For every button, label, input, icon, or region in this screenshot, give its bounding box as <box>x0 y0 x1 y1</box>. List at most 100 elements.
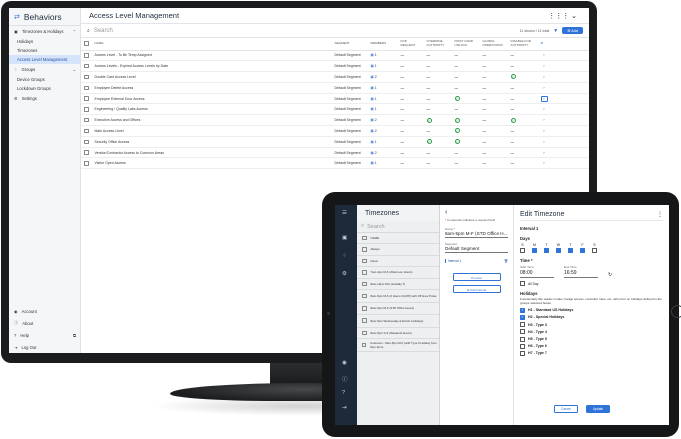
chevron-right-icon[interactable]: › <box>541 107 548 111</box>
table-row[interactable]: Access Level - To Be Temp Assigned Defaul… <box>81 50 589 62</box>
row-members[interactable]: ▦ 1 <box>367 50 398 62</box>
start-time-field[interactable]: 08:00 <box>520 269 554 278</box>
table-row[interactable]: Security Office Access Default Segment ▦ 1… <box>81 136 589 148</box>
account-icon[interactable]: ◉ <box>342 360 347 366</box>
row-members[interactable]: ▦ 1 <box>367 93 398 105</box>
timezone-search[interactable]: ⌕ Search <box>357 221 439 233</box>
row-members[interactable]: ▦ 2 <box>367 147 398 159</box>
table-row[interactable]: Main Access Level Default Segment ▦ 2— — ✓ — —… <box>81 125 589 137</box>
row-checkbox[interactable] <box>84 139 89 145</box>
end-time-field[interactable]: 16:59 <box>564 269 598 278</box>
row-checkbox[interactable] <box>362 247 367 252</box>
day-checkbox[interactable] <box>520 248 525 253</box>
all-day-toggle[interactable]: All Day <box>520 281 663 286</box>
row-checkbox[interactable] <box>84 74 89 80</box>
select-all-checkbox[interactable] <box>362 235 367 241</box>
table-row[interactable]: Visitor Open Access Default Segment ▦ 1— — —… <box>81 157 589 170</box>
chevron-right-icon[interactable]: › <box>541 86 548 90</box>
all-day-checkbox[interactable] <box>520 281 525 286</box>
sidebar-item-settings[interactable]: ⚙ Settings <box>9 93 80 104</box>
refresh-icon[interactable]: ↻ <box>608 272 612 278</box>
sidebar-item-access-level-management[interactable]: Access Level Management <box>9 55 80 64</box>
column-header-override-authority[interactable]: OVERRIDE AUTHORITY <box>423 38 452 51</box>
holiday-option[interactable]: ✓ H1 - Standard US Holidays <box>520 307 663 313</box>
cancel-button[interactable]: Cancel <box>554 405 578 413</box>
sidebar-item-lockdown-groups[interactable]: Lockdown Groups <box>9 84 80 93</box>
sidebar-item-account[interactable]: ◉ Account <box>9 305 80 317</box>
chevron-right-icon[interactable]: › <box>541 129 548 133</box>
row-members[interactable]: ▦ 1 <box>367 60 398 73</box>
row-checkbox[interactable] <box>362 293 367 299</box>
holiday-checkbox[interactable]: ✓ <box>520 314 525 320</box>
row-checkbox[interactable] <box>362 306 367 311</box>
table-row[interactable]: Engineering / Quality Labs Access Default… <box>81 103 589 116</box>
row-checkbox[interactable] <box>84 117 89 123</box>
list-item[interactable]: 8am-12pm M-F (Holiday T) <box>357 279 439 290</box>
list-item[interactable]: 8am-5pm Wednesday (Hold AL Holidays) <box>357 315 439 328</box>
holiday-checkbox[interactable] <box>520 350 525 356</box>
table-row[interactable]: Executive Access and Offices Default Segm… <box>81 114 589 127</box>
preview-button[interactable]: Preview <box>452 272 501 281</box>
menu-icon[interactable]: ☰ <box>342 210 347 216</box>
day-checkbox[interactable] <box>592 248 597 253</box>
column-settings-icon[interactable]: ⚙ <box>537 38 589 51</box>
chevron-right-icon[interactable]: › <box>541 53 548 57</box>
list-item[interactable]: Customer - 8am-5pm M-F (with Type 6 Holi… <box>357 339 439 352</box>
day-toggle[interactable]: M <box>532 243 537 253</box>
help-icon[interactable]: ? <box>342 390 345 396</box>
holiday-option[interactable]: H3 - Type 3 <box>520 322 663 328</box>
holiday-checkbox[interactable] <box>520 329 525 335</box>
chevron-right-icon[interactable]: › <box>541 75 548 79</box>
row-checkbox[interactable] <box>362 342 367 348</box>
row-members[interactable]: ▦ 1 <box>367 103 398 116</box>
row-members[interactable]: ▦ 2 <box>367 114 398 127</box>
interval-tab[interactable]: Interval 1 🗑 <box>445 258 508 263</box>
table-row[interactable]: Employee External Door Access Default Seg… <box>81 93 589 105</box>
sidebar-item-device-groups[interactable]: Device Groups <box>9 75 80 84</box>
column-header-fop-request[interactable]: FOP REQUEST <box>397 38 424 51</box>
list-item[interactable]: 8am-5pm S-S (Weekend Hours) <box>357 328 439 339</box>
sidebar-item-holidays[interactable]: Holidays <box>9 37 80 46</box>
day-toggle[interactable]: T <box>568 243 573 253</box>
column-header-global-operations[interactable]: GLOBAL OPERATIONS <box>479 38 508 51</box>
table-row[interactable]: Vendor/Contractor Access to Common Areas… <box>81 147 589 159</box>
list-item[interactable]: Never <box>357 256 439 267</box>
row-checkbox[interactable] <box>362 318 367 323</box>
day-checkbox[interactable] <box>580 248 585 253</box>
chevron-right-icon[interactable]: › <box>541 118 548 122</box>
chevron-right-icon[interactable]: › <box>541 151 548 155</box>
sidebar-group-groups[interactable]: ⁘ Groups ⌄ <box>9 64 80 75</box>
row-checkbox[interactable] <box>84 63 89 69</box>
holiday-option[interactable]: H7 - Type 7 <box>520 350 663 356</box>
add-button[interactable]: ⊕ Add <box>562 27 583 34</box>
column-header-segment[interactable]: SEGMENT <box>331 38 368 51</box>
select-all-checkbox[interactable] <box>84 41 89 46</box>
holiday-option[interactable]: ✓ H2 - Special Holidays <box>520 314 663 320</box>
row-checkbox[interactable] <box>84 53 89 58</box>
holiday-checkbox[interactable]: ✓ <box>520 307 525 313</box>
name-field[interactable]: 8am-5pm M-F (STD Office H... <box>445 231 508 238</box>
chevron-right-icon[interactable]: › <box>541 161 548 165</box>
day-toggle[interactable]: S <box>520 243 525 253</box>
day-checkbox[interactable] <box>556 248 561 253</box>
row-checkbox[interactable] <box>84 96 89 101</box>
delete-icon[interactable]: 🗑 <box>504 259 508 263</box>
column-header-members[interactable]: MEMBERS <box>367 38 398 51</box>
row-checkbox[interactable] <box>362 281 367 286</box>
apps-grid-icon[interactable]: ⋮⋮⋮ ⌄ <box>548 12 577 20</box>
holiday-checkbox[interactable] <box>520 322 525 328</box>
row-members[interactable]: ▦ 1 <box>367 82 398 94</box>
calendar-icon[interactable]: ▣ <box>342 235 347 241</box>
column-header-name[interactable]: NAME <box>371 236 380 240</box>
row-checkbox[interactable] <box>84 150 89 155</box>
list-item[interactable]: Always <box>357 244 439 256</box>
column-header-disable-for-authority[interactable]: DISABLE FOR AUTHORITY <box>507 38 538 51</box>
list-item[interactable]: 7am-4pm M-F (Afternoon Hours) <box>357 267 439 279</box>
day-toggle[interactable]: F <box>580 243 585 253</box>
sidebar-item-help[interactable]: ? Help ⧉ <box>9 329 80 341</box>
chevron-right-icon[interactable]: › <box>541 140 548 144</box>
table-row[interactable]: Employee Delete Access Default Segment ▦ 1… <box>81 82 589 94</box>
search-input[interactable]: Search <box>367 224 384 230</box>
row-members[interactable]: ▦ 1 <box>367 157 398 170</box>
day-checkbox[interactable] <box>532 248 537 253</box>
